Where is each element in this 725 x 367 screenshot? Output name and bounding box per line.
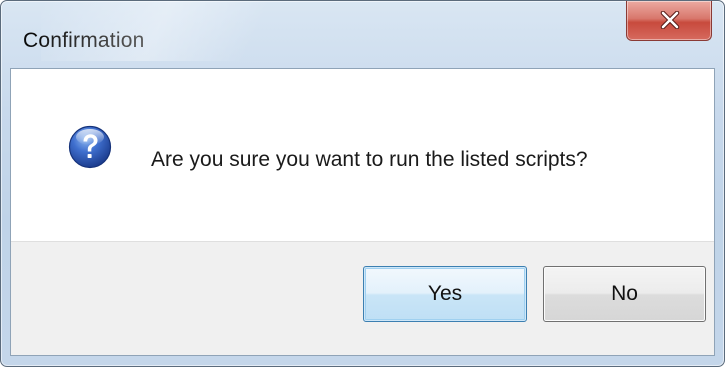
message-area: Are you sure you want to run the listed … bbox=[11, 69, 714, 241]
question-icon bbox=[68, 125, 112, 169]
no-button[interactable]: No bbox=[543, 266, 706, 322]
dialog-message: Are you sure you want to run the listed … bbox=[151, 148, 588, 171]
close-icon bbox=[660, 11, 680, 29]
confirmation-dialog: Confirmation Are you sure you want to ru… bbox=[0, 0, 725, 367]
no-button-label: No bbox=[611, 282, 638, 305]
yes-button-label: Yes bbox=[427, 282, 463, 305]
window-title: Confirmation bbox=[23, 29, 145, 52]
close-button[interactable] bbox=[626, 1, 712, 41]
yes-button[interactable]: Yes bbox=[363, 266, 527, 322]
title-bar[interactable]: Confirmation bbox=[1, 1, 724, 69]
